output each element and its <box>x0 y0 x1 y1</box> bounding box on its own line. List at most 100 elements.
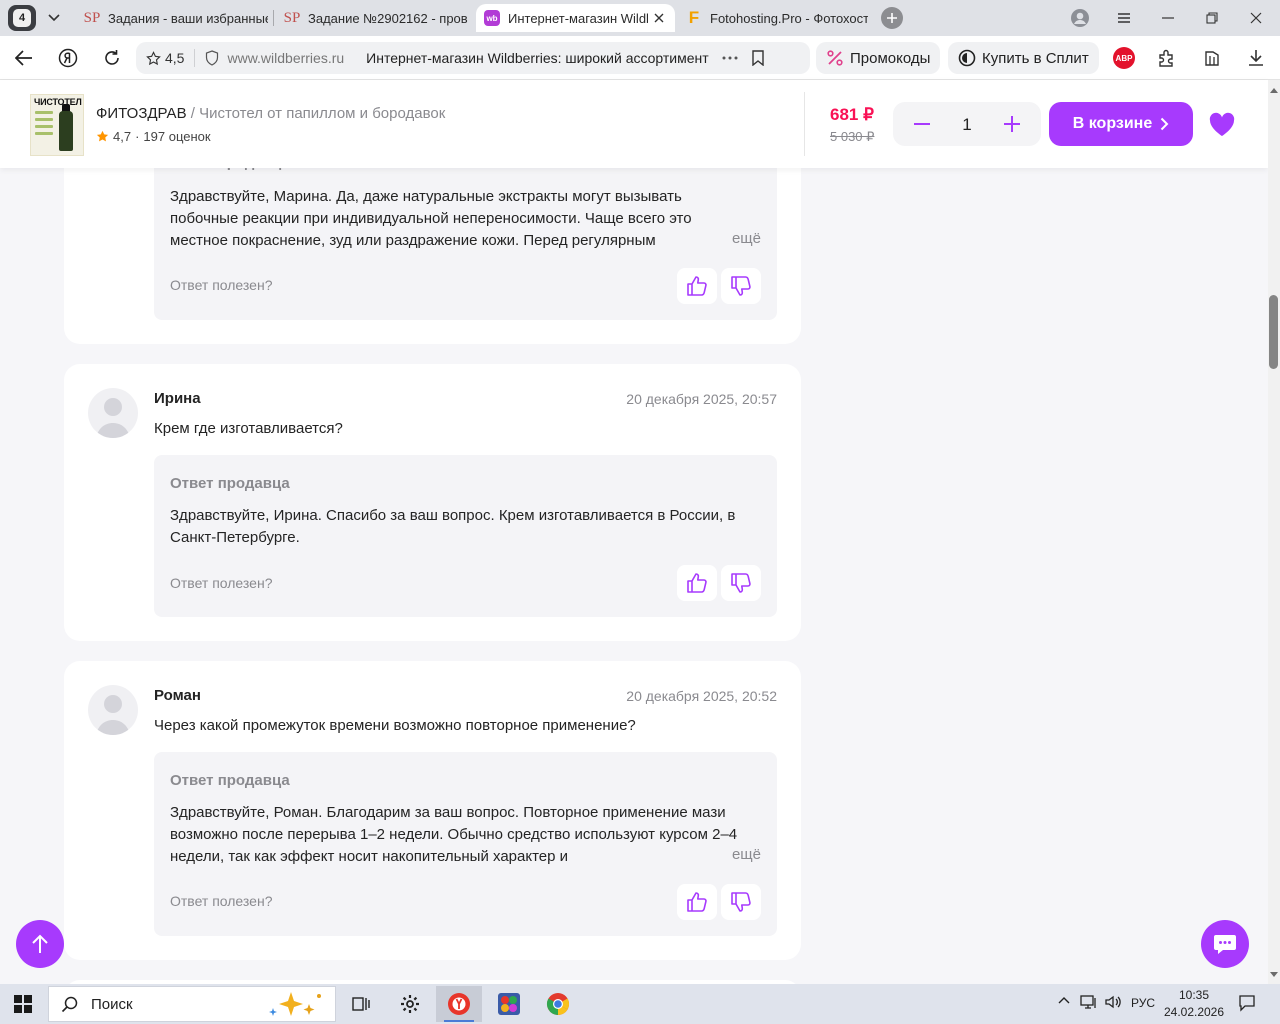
question-author: Роман <box>154 687 201 704</box>
product-thumbnail[interactable]: ЧИСТОТЕЛ <box>30 94 84 156</box>
app-grid-taskbar-icon[interactable] <box>486 986 532 1022</box>
adblock-icon[interactable]: ABP <box>1113 47 1135 69</box>
settings-gear-icon[interactable] <box>387 986 433 1022</box>
percent-icon <box>827 50 843 66</box>
language-indicator[interactable]: РУС <box>1131 996 1155 1010</box>
header-divider <box>804 92 805 156</box>
profile-icon[interactable] <box>1070 8 1090 28</box>
chrome-taskbar-icon[interactable] <box>535 986 581 1022</box>
notifications-icon[interactable] <box>1238 994 1256 1012</box>
scroll-up-arrow-icon[interactable] <box>1268 84 1280 96</box>
taskbar-search[interactable]: Поиск <box>48 986 336 1022</box>
old-price: 5 030 ₽ <box>830 129 875 144</box>
clock-time: 10:35 <box>1178 988 1210 1002</box>
chat-button[interactable] <box>1201 920 1249 968</box>
seller-answer-text: Здравствуйте, Марина. Да, даже натуральн… <box>170 188 692 249</box>
thumbs-up-icon <box>687 892 707 912</box>
yandex-browser-taskbar-icon[interactable] <box>436 986 482 1022</box>
minimize-icon[interactable] <box>1158 8 1178 28</box>
shield-icon <box>206 50 219 66</box>
seller-answer-text: Здравствуйте, Ирина. Спасибо за ваш вопр… <box>170 507 736 546</box>
thumbs-down-icon <box>731 892 751 912</box>
site-rating-value: 4,5 <box>165 50 185 66</box>
dislike-button[interactable] <box>721 268 761 304</box>
task-view-icon[interactable] <box>338 986 384 1022</box>
active-indicator <box>444 1020 474 1022</box>
new-tab-button[interactable] <box>881 7 903 29</box>
split-icon <box>958 49 976 67</box>
scroll-down-arrow-icon[interactable] <box>1268 969 1280 981</box>
avatar <box>88 685 138 735</box>
minus-button[interactable] <box>911 113 933 135</box>
network-icon[interactable] <box>1080 994 1098 1010</box>
close-tab-icon[interactable] <box>654 13 664 23</box>
menu-icon[interactable] <box>1114 8 1134 28</box>
url-domain: www.wildberries.ru <box>227 50 345 66</box>
taskbar-clock[interactable]: 10:35 24.02.2026 <box>1160 987 1228 1021</box>
restore-icon[interactable] <box>1202 8 1222 28</box>
tab-wildberries[interactable]: wb Интернет-магазин Wildberries <box>476 4 675 32</box>
quantity-stepper: 1 <box>893 102 1041 146</box>
favorite-heart-icon[interactable] <box>1208 112 1236 138</box>
promocodes-button[interactable]: Промокоды <box>816 42 941 74</box>
in-cart-button[interactable]: В корзине <box>1049 102 1193 146</box>
rating-dot: · <box>135 129 140 144</box>
tab-task-2902162[interactable]: SP Задание №2902162 - проверка <box>284 4 468 32</box>
tab-title: Fotohosting.Pro - Фотохостинг <box>710 10 868 26</box>
quantity-value: 1 <box>962 115 972 134</box>
like-button[interactable] <box>677 884 717 920</box>
like-button[interactable] <box>677 565 717 601</box>
f-icon: F <box>688 8 700 27</box>
split-button[interactable]: Купить в Сплит <box>948 42 1099 74</box>
page-scrollbar[interactable] <box>1268 80 1280 984</box>
tray-chevron-up-icon[interactable] <box>1058 996 1070 1004</box>
rating-value: 4,7 <box>113 129 132 144</box>
tab-fotohosting[interactable]: F Fotohosting.Pro - Фотохостинг <box>686 4 868 32</box>
reviews-count: 197 оценок <box>143 129 211 144</box>
product-name: Чистотел от папиллом и бородавок <box>199 105 446 122</box>
sp-icon: SP <box>84 9 101 26</box>
question-author: Ирина <box>154 390 201 407</box>
product-title-line[interactable]: ФИТОЗДРАВ / Чистотел от папиллом и бород… <box>96 105 445 122</box>
more-dots-icon[interactable] <box>722 56 738 60</box>
tab-list-chevron-icon[interactable] <box>42 5 66 31</box>
promocodes-label: Промокоды <box>850 49 931 67</box>
url-field[interactable]: 4,5 www.wildberries.ru Интернет-магазин … <box>136 42 810 74</box>
tab-tasks[interactable]: SP Задания - ваши избранные <box>84 4 268 32</box>
close-window-icon[interactable] <box>1246 8 1266 28</box>
avatar <box>88 388 138 438</box>
volume-icon[interactable] <box>1104 994 1122 1010</box>
current-price: 681 ₽ <box>830 105 874 124</box>
seller-answer-label: Ответ продавца <box>170 772 290 789</box>
thumbs-up-icon <box>687 573 707 593</box>
arrow-up-icon <box>32 934 48 953</box>
download-icon[interactable] <box>1244 46 1268 70</box>
tab-counter-button[interactable]: 4 <box>8 5 36 31</box>
windows-start-icon[interactable] <box>14 995 32 1013</box>
scrollbar-thumb[interactable] <box>1269 295 1278 369</box>
wb-icon: wb <box>484 10 500 26</box>
like-button[interactable] <box>677 268 717 304</box>
dislike-button[interactable] <box>721 565 761 601</box>
question-date: 20 декабря 2025, 20:52 <box>626 688 777 704</box>
site-rating[interactable]: 4,5 <box>146 50 184 66</box>
scroll-to-top-button[interactable] <box>16 920 64 968</box>
in-cart-label: В корзине <box>1072 115 1153 132</box>
more-link[interactable]: ещё <box>725 846 761 863</box>
back-arrow-icon[interactable] <box>13 47 35 69</box>
extensions-icon[interactable] <box>1155 46 1179 70</box>
address-bar: 4,5 www.wildberries.ru Интернет-магазин … <box>0 36 1280 80</box>
product-rating: 4,7 · 197 оценок <box>96 129 211 144</box>
collections-icon[interactable] <box>1200 46 1224 70</box>
dislike-button[interactable] <box>721 884 761 920</box>
question-card: Роман 20 декабря 2025, 20:52 Через какой… <box>64 661 801 960</box>
reload-icon[interactable] <box>101 47 123 69</box>
plus-button[interactable] <box>1001 113 1023 135</box>
search-label: Поиск <box>91 995 133 1013</box>
minus-icon <box>914 123 930 125</box>
more-link[interactable]: ещё <box>725 230 761 247</box>
bookmark-icon[interactable] <box>752 50 764 66</box>
seller-answer-text: Здравствуйте, Роман. Благодарим за ваш в… <box>170 804 738 865</box>
star-icon <box>96 130 109 142</box>
yandex-icon[interactable] <box>57 47 79 69</box>
